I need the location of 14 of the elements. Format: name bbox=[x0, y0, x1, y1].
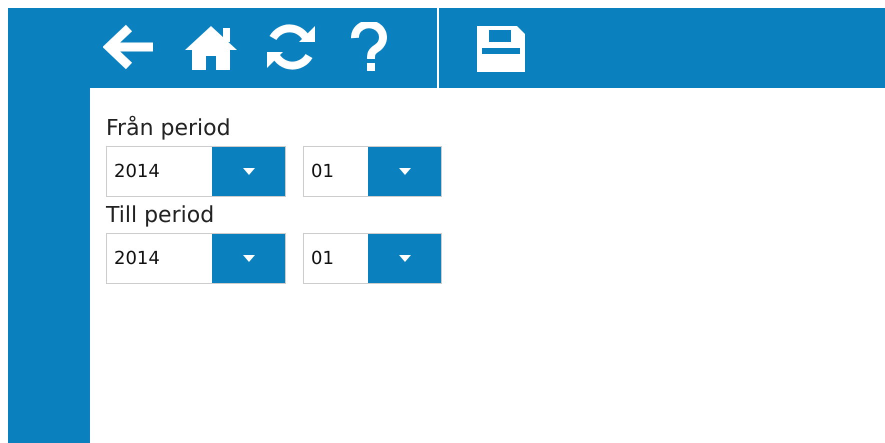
caret-icon bbox=[398, 168, 410, 175]
year-dropdown[interactable]: 2014 bbox=[106, 233, 286, 284]
dropdown-value: 2014 bbox=[113, 248, 161, 269]
field-label: Från period bbox=[106, 114, 232, 143]
dropdown-value: 01 bbox=[310, 161, 335, 182]
month-dropdown[interactable]: 01 bbox=[303, 233, 442, 284]
dropdown-value: 01 bbox=[310, 248, 335, 269]
caret-icon bbox=[242, 255, 254, 262]
year-dropdown[interactable]: 2014 bbox=[106, 146, 286, 197]
month-dropdown[interactable]: 01 bbox=[303, 146, 442, 197]
caret-icon bbox=[398, 255, 410, 262]
caret-icon bbox=[242, 168, 254, 175]
dropdown-value: 2014 bbox=[113, 161, 161, 182]
field-label: Till period bbox=[106, 202, 216, 230]
